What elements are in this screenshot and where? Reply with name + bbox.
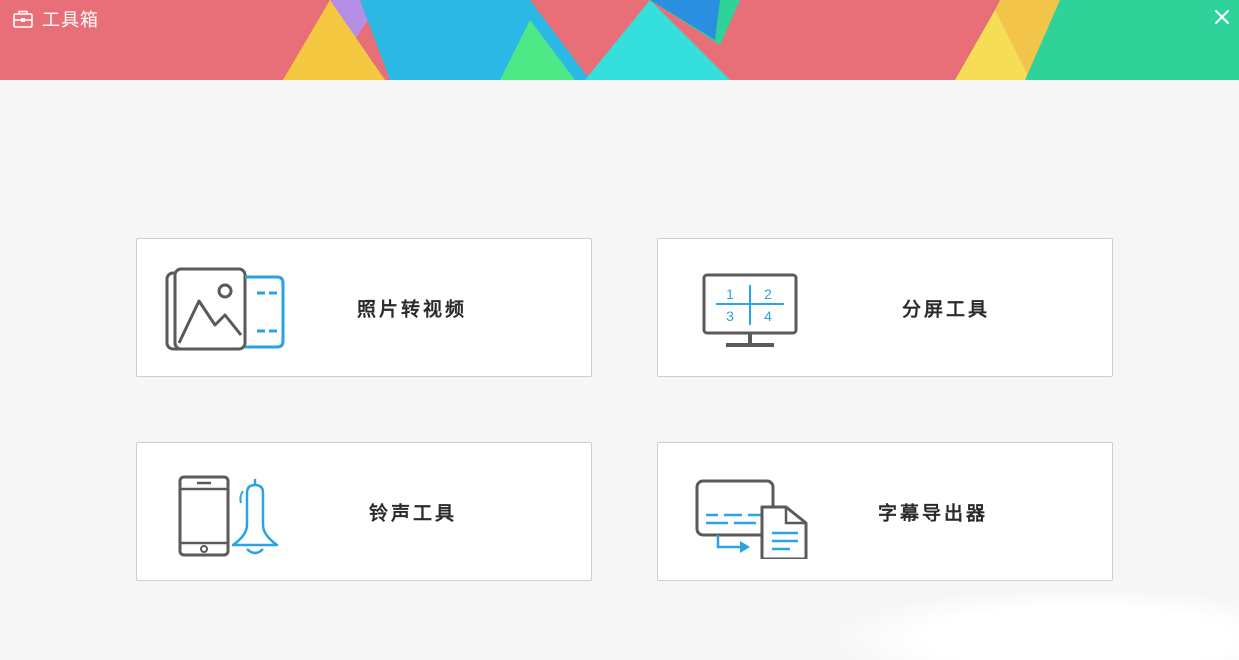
subtitle-export-icon bbox=[695, 479, 808, 559]
ringtone-icon bbox=[178, 475, 279, 557]
grid-number-1: 1 bbox=[726, 286, 734, 302]
title-bar: 工具箱 bbox=[0, 0, 1239, 80]
subtitle-exporter-card[interactable]: 字幕导出器 bbox=[657, 442, 1113, 581]
photo-to-video-card[interactable]: 照片转视频 bbox=[136, 238, 592, 377]
split-screen-icon: 1 2 3 4 bbox=[702, 273, 798, 347]
grid-number-2: 2 bbox=[764, 286, 772, 302]
grid-number-3: 3 bbox=[726, 308, 734, 324]
bottom-glow bbox=[839, 590, 1239, 660]
subtitle-exporter-label: 字幕导出器 bbox=[878, 502, 989, 524]
close-button[interactable] bbox=[1211, 6, 1233, 28]
ringtone-card[interactable]: 铃声工具 bbox=[136, 442, 592, 581]
photo-to-video-label: 照片转视频 bbox=[357, 298, 468, 320]
toolbox-icon bbox=[13, 10, 33, 28]
grid-number-4: 4 bbox=[764, 308, 772, 324]
banner-background bbox=[0, 0, 1239, 80]
photo-to-video-icon bbox=[165, 267, 285, 351]
split-screen-label: 分屏工具 bbox=[902, 298, 991, 320]
ringtone-label: 铃声工具 bbox=[369, 502, 458, 524]
window-title: 工具箱 bbox=[42, 10, 99, 31]
split-screen-card[interactable]: 1 2 3 4 分屏工具 bbox=[657, 238, 1113, 377]
close-icon bbox=[1215, 10, 1229, 24]
title-area: 工具箱 bbox=[12, 8, 99, 31]
